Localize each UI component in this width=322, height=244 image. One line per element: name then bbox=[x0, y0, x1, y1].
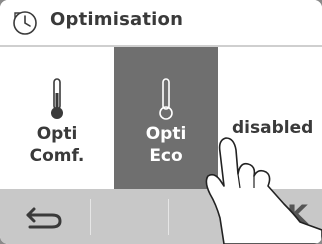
divider bbox=[90, 199, 91, 235]
header: Optimisation bbox=[0, 0, 322, 47]
option-label-line2: Comf. bbox=[29, 146, 85, 166]
divider bbox=[168, 199, 169, 235]
option-opti-comf[interactable]: Opti Comf. bbox=[0, 47, 114, 189]
option-label-line1: Opti bbox=[36, 124, 78, 144]
back-arrow-icon[interactable] bbox=[18, 199, 74, 235]
hand-pointer-image bbox=[205, 137, 322, 244]
page-title: Optimisation bbox=[50, 9, 184, 30]
thermostat-screen: Optimisation Opti Comf. Opti Eco disable… bbox=[0, 0, 322, 244]
thermometer-icon bbox=[159, 78, 173, 120]
thermometer-icon bbox=[51, 78, 63, 119]
clock-icon bbox=[13, 11, 37, 35]
